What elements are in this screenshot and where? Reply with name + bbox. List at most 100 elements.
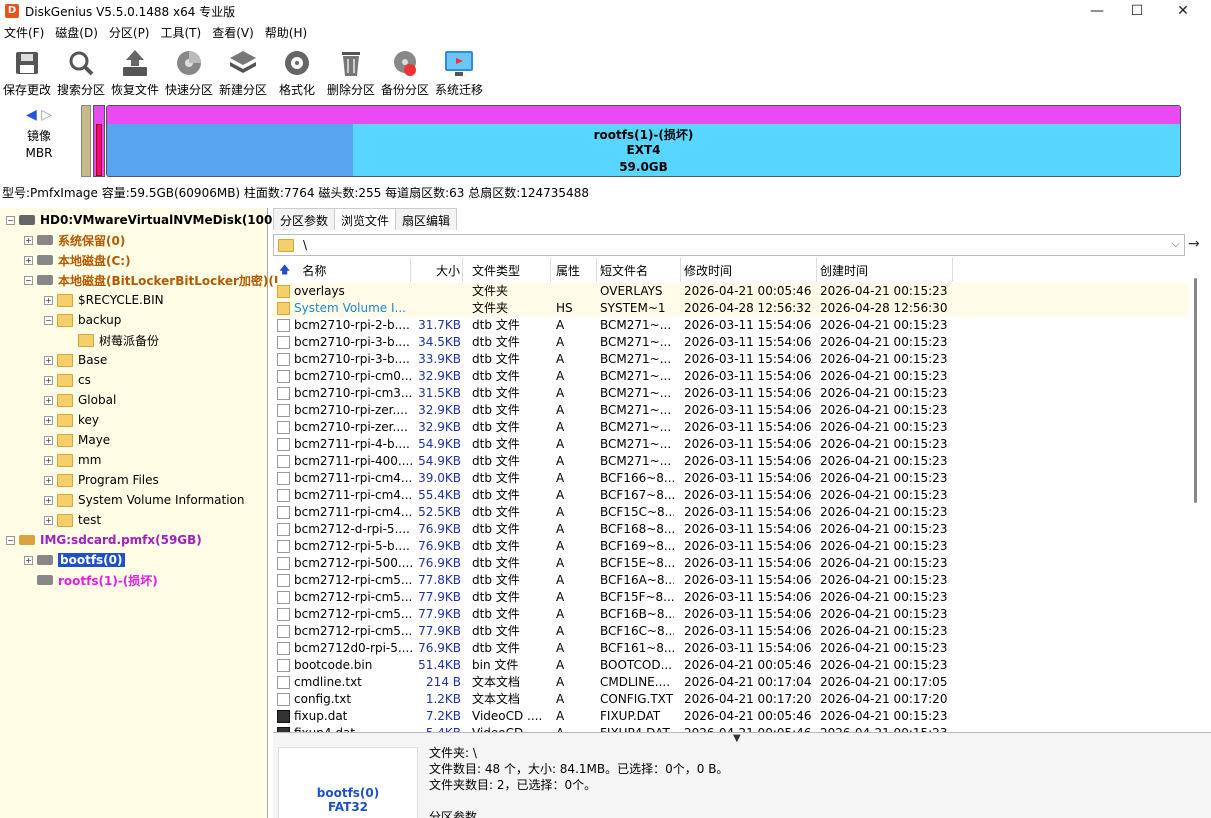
expand-icon[interactable]: + [44, 395, 53, 405]
delete-partition-button[interactable]: 删除分区 [324, 43, 378, 98]
table-row[interactable]: bcm2712-rpi-cm5.... 77.9KB dtb 文件 A BCF16C~8… [273, 623, 1189, 640]
tree-item-image-disk[interactable]: − IMG:sdcard.pmfx(59GB) [6, 530, 202, 550]
tree-item-system-reserved[interactable]: + 系统保留(0) [24, 230, 125, 250]
table-row[interactable]: bcm2712-d-rpi-5.... 76.9KB dtb 文件 A BCF168~8… [273, 521, 1189, 538]
tree-item-drive-c[interactable]: + 本地磁盘(C:) [24, 250, 131, 270]
table-row[interactable]: bcm2712d0-rpi-5.... 76.9KB dtb 文件 A BCF161~8… [273, 640, 1189, 657]
menu-view[interactable]: 查看(V) [208, 24, 258, 41]
collapse-arrow-icon[interactable]: ▼ [733, 733, 741, 744]
table-row[interactable]: bcm2711-rpi-cm4.... 55.4KB dtb 文件 A BCF167~8… [273, 487, 1189, 504]
table-row[interactable]: bcm2710-rpi-2-b.... 31.7KB dtb 文件 A BCM271~.… [273, 317, 1189, 334]
collapse-icon[interactable]: − [6, 215, 15, 225]
system-migration-button[interactable]: 系统迁移 [432, 43, 486, 98]
maximize-button[interactable]: ☐ [1114, 0, 1160, 22]
table-row[interactable]: bcm2710-rpi-cm3.... 31.5KB dtb 文件 A BCM271~.… [273, 385, 1189, 402]
table-row[interactable]: config.txt 1.2KB 文本文档 A CONFIG.TXT 2026-04-21… [273, 691, 1189, 708]
menu-partition[interactable]: 分区(P) [105, 24, 154, 41]
tree-item-rootfs[interactable]: rootfs(1)-(损坏) [37, 570, 158, 590]
tree-item-folder[interactable]: + System Volume Information [44, 490, 244, 510]
partition-block-rootfs[interactable]: rootfs(1)-(损坏) EXT4 59.0GB [106, 105, 1181, 177]
expand-icon[interactable]: + [44, 415, 53, 425]
table-row[interactable]: bootcode.bin 51.4KB bin 文件 A BOOTCOD... 2026-… [273, 657, 1189, 674]
column-header-attr[interactable]: 属性 [551, 258, 597, 282]
tree-item-folder[interactable]: + test [44, 510, 101, 530]
go-arrow-icon[interactable]: → [1188, 236, 1200, 252]
expand-icon[interactable]: + [44, 435, 53, 445]
expand-icon[interactable]: + [44, 355, 53, 365]
tree-item-folder[interactable]: + cs [44, 370, 91, 390]
table-row[interactable]: bcm2712-rpi-cm5.... 77.9KB dtb 文件 A BCF15F~8… [273, 589, 1189, 606]
expand-icon[interactable]: + [44, 515, 53, 525]
tree-item-hd0[interactable]: − HD0:VMwareVirtualNVMeDisk(100G [6, 210, 282, 230]
collapse-icon[interactable]: − [24, 275, 33, 285]
tree-item-folder[interactable]: + mm [44, 450, 101, 470]
menu-file[interactable]: 文件(F) [0, 24, 48, 41]
column-header-modified[interactable]: 修改时间 [681, 258, 817, 282]
table-row[interactable]: System Volume I... 文件夹 HS SYSTEM~1 2026-04-2… [273, 300, 1189, 317]
tab-browse-files[interactable]: 浏览文件 [334, 208, 397, 230]
expand-icon[interactable]: + [24, 235, 33, 245]
menu-disk[interactable]: 磁盘(D) [51, 24, 102, 41]
expand-icon[interactable]: + [44, 455, 53, 465]
collapse-icon[interactable]: − [44, 315, 53, 325]
table-row[interactable]: bcm2712-rpi-cm5.... 77.8KB dtb 文件 A BCF16A~8… [273, 572, 1189, 589]
expand-icon[interactable]: + [44, 495, 53, 505]
table-row[interactable]: fixup.dat 7.2KB VideoCD .... A FIXUP.DAT 2026… [273, 708, 1189, 725]
column-header-size[interactable]: 大小 [411, 258, 463, 282]
tree-item-bitlocker[interactable]: − 本地磁盘(BitLockerBitLocker加密)(I [24, 270, 278, 290]
table-row[interactable]: bcm2710-rpi-3-b.... 33.9KB dtb 文件 A BCM271~.… [273, 351, 1189, 368]
table-row[interactable]: bcm2712-rpi-500.... 76.9KB dtb 文件 A BCF15E~8… [273, 555, 1189, 572]
partition-block-unallocated[interactable] [81, 105, 91, 177]
table-row[interactable]: cmdline.txt 214 B 文本文档 A CMDLINE.... 2026-04-… [273, 674, 1189, 691]
partition-block-bootfs[interactable] [93, 105, 105, 177]
tab-partition-params[interactable]: 分区参数 [273, 208, 336, 230]
expand-icon[interactable]: + [44, 475, 53, 485]
close-button[interactable]: ✕ [1160, 0, 1206, 22]
table-row[interactable]: bcm2712-rpi-5-b.... 76.9KB dtb 文件 A BCF169~8… [273, 538, 1189, 555]
column-header-created[interactable]: 创建时间 [817, 258, 953, 282]
next-disk-arrow-icon[interactable]: ▷ [41, 107, 52, 123]
column-header-shortname[interactable]: 短文件名 [597, 258, 681, 282]
tree-item-bootfs[interactable]: + bootfs(0) [24, 550, 125, 570]
table-row[interactable]: bcm2711-rpi-400.... 54.9KB dtb 文件 A BCM271~.… [273, 453, 1189, 470]
tree-item-folder[interactable]: − backup [44, 310, 121, 330]
tree-item-folder[interactable]: + Maye [44, 430, 110, 450]
tree-item-folder[interactable]: + Global [44, 390, 116, 410]
path-input[interactable]: \ [303, 238, 307, 252]
new-partition-button[interactable]: 新建分区 [216, 43, 270, 98]
table-row[interactable]: bcm2710-rpi-3-b.... 34.5KB dtb 文件 A BCM271~.… [273, 334, 1189, 351]
column-header-name[interactable]: 🡅 名称 [273, 258, 411, 282]
collapse-icon[interactable]: − [6, 535, 15, 545]
table-row[interactable]: fixup4.dat5.4KB VideoCD .... A FIXUP4.DAT 20… [273, 725, 1189, 732]
tree-item-folder[interactable]: + key [44, 410, 99, 430]
scrollbar-thumb[interactable] [1194, 278, 1197, 503]
table-row[interactable]: bcm2711-rpi-cm4.... 52.5KB dtb 文件 A BCF15C~8… [273, 504, 1189, 521]
path-dropdown-icon[interactable]: ⌵ [1172, 237, 1180, 251]
column-header-type[interactable]: 文件类型 [463, 258, 551, 282]
format-button[interactable]: 格式化 [270, 43, 324, 98]
table-row[interactable]: bcm2712-rpi-cm5.... 77.9KB dtb 文件 A BCF16B~8… [273, 606, 1189, 623]
expand-icon[interactable]: + [24, 555, 33, 565]
expand-icon[interactable]: + [44, 295, 53, 305]
table-row[interactable]: overlays 文件夹 OVERLAYS 2026-04-21 00:05:46 20… [273, 283, 1189, 300]
table-row[interactable]: bcm2710-rpi-zer.... 32.9KB dtb 文件 A BCM271~.… [273, 402, 1189, 419]
expand-icon[interactable]: + [24, 255, 33, 265]
prev-disk-arrow-icon[interactable]: ◀ [26, 107, 37, 123]
tree-item-folder[interactable]: + Program Files [44, 470, 159, 490]
path-bar[interactable]: \ ⌵ [273, 234, 1185, 256]
quick-partition-button[interactable]: 快速分区 [162, 43, 216, 98]
search-partition-button[interactable]: 搜索分区 [54, 43, 108, 98]
tree-item-folder[interactable]: + $RECYCLE.BIN [44, 290, 164, 310]
menu-help[interactable]: 帮助(H) [261, 24, 311, 41]
vertical-scrollbar[interactable] [1189, 258, 1211, 732]
expand-icon[interactable]: + [44, 375, 53, 385]
recover-files-button[interactable]: 恢复文件 [108, 43, 162, 98]
save-changes-button[interactable]: 保存更改 [0, 43, 54, 98]
table-row[interactable]: bcm2711-rpi-cm4.... 39.0KB dtb 文件 A BCF166~8… [273, 470, 1189, 487]
tab-sector-editor[interactable]: 扇区编辑 [395, 208, 458, 230]
table-row[interactable]: bcm2710-rpi-cm0.... 32.9KB dtb 文件 A BCM271~.… [273, 368, 1189, 385]
tree-item-folder[interactable]: 树莓派备份 [78, 330, 159, 350]
tree-item-folder[interactable]: + Base [44, 350, 107, 370]
backup-partition-button[interactable]: 备份分区 [378, 43, 432, 98]
menu-tools[interactable]: 工具(T) [157, 24, 206, 41]
